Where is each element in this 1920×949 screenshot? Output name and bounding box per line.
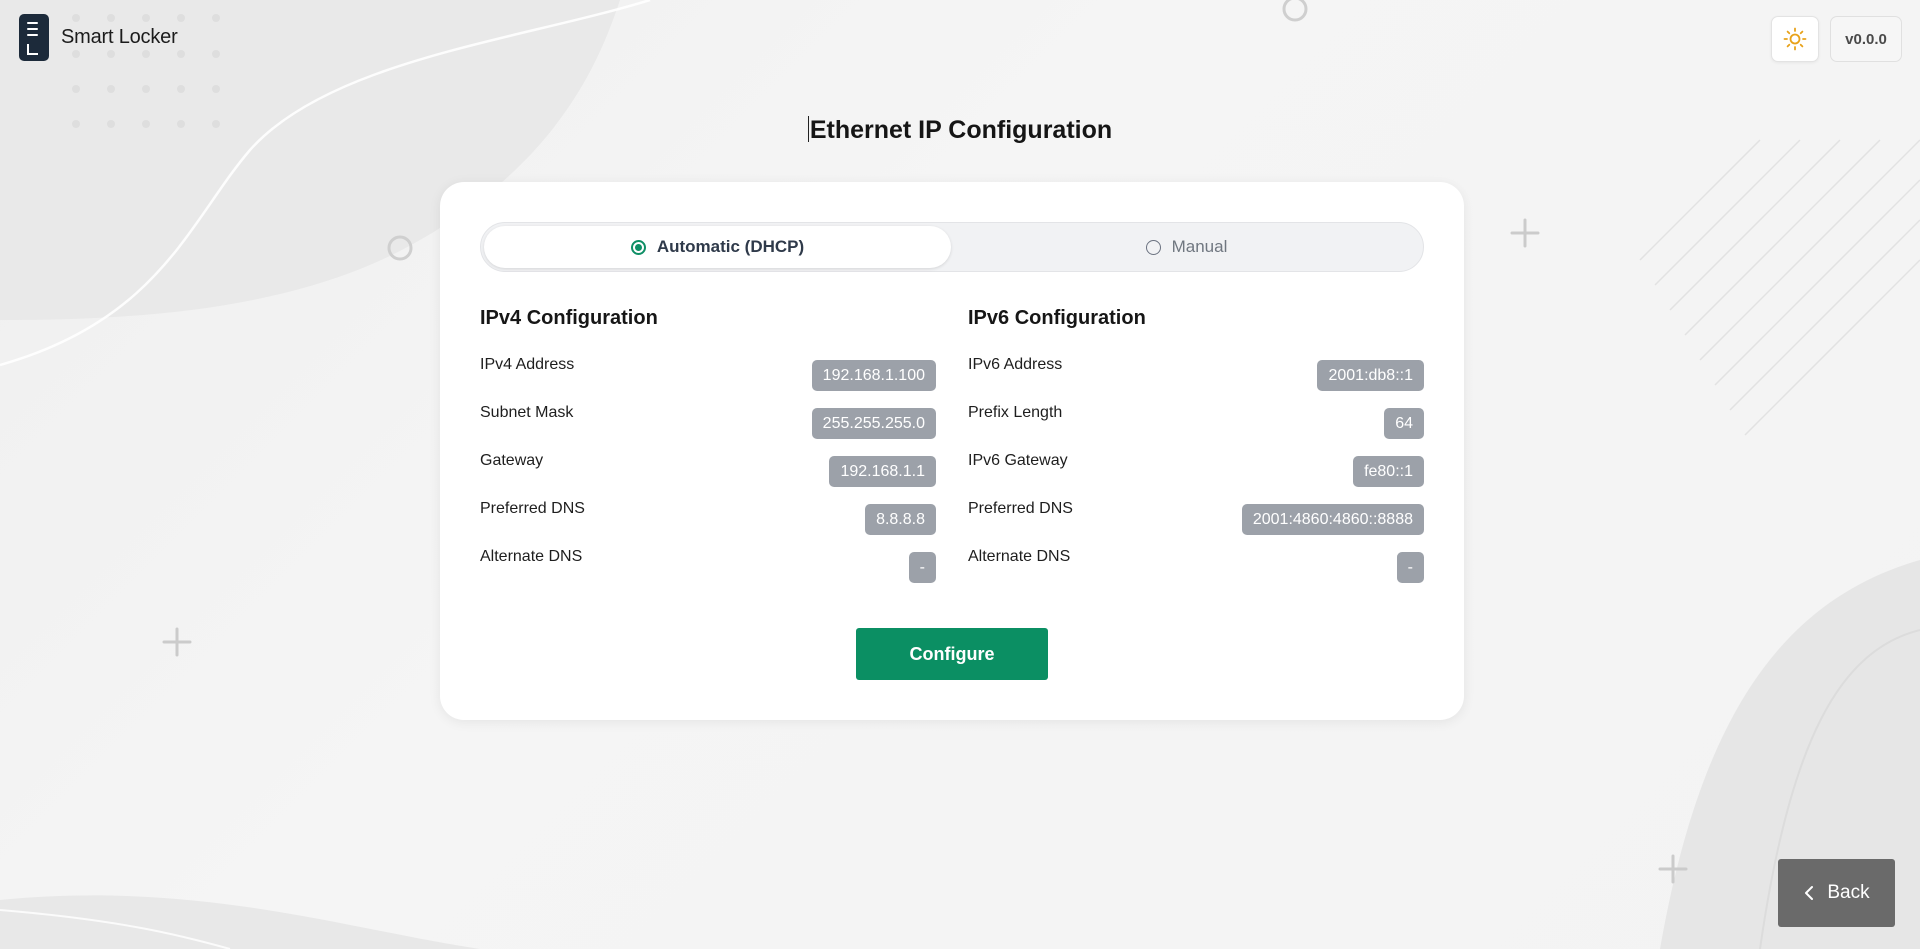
back-button-label: Back (1827, 882, 1870, 903)
row-label: Preferred DNS (968, 500, 1073, 517)
row-label: IPv4 Address (480, 356, 575, 373)
row-value: 192.168.1.100 (811, 360, 936, 391)
ipv6-row-alternate-dns: Alternate DNS - (968, 538, 1424, 586)
row-value: 255.255.255.0 (811, 408, 936, 439)
theme-toggle-button[interactable] (1771, 16, 1819, 62)
row-label: Subnet Mask (480, 404, 574, 421)
sun-icon (1783, 27, 1807, 51)
row-label: IPv6 Address (968, 356, 1063, 373)
radio-unselected-icon (1145, 239, 1161, 255)
radio-selected-icon (630, 239, 646, 255)
row-value: 2001:db8::1 (1317, 360, 1424, 391)
row-label: IPv6 Gateway (968, 452, 1068, 469)
row-label: Preferred DNS (480, 500, 585, 517)
ipv6-row-preferred-dns: Preferred DNS 2001:4860:4860::8888 (968, 490, 1424, 538)
locker-logo-icon (19, 14, 49, 61)
text-cursor (807, 116, 809, 142)
app-name: Smart Locker (61, 26, 178, 48)
ipv6-row-address: IPv6 Address 2001:db8::1 (968, 346, 1424, 394)
mode-option-manual[interactable]: Manual (953, 226, 1420, 268)
row-label: Alternate DNS (480, 548, 583, 565)
brand: Smart Locker (19, 14, 178, 61)
ipv6-section: IPv6 Configuration IPv6 Address 2001:db8… (968, 304, 1424, 586)
chevron-left-icon (1805, 886, 1814, 900)
version-badge: v0.0.0 (1830, 16, 1902, 62)
ipv4-row-preferred-dns: Preferred DNS 8.8.8.8 (480, 490, 936, 538)
back-button[interactable]: Back (1778, 859, 1895, 927)
configure-button[interactable]: Configure (856, 628, 1048, 680)
ipv6-row-gateway: IPv6 Gateway fe80::1 (968, 442, 1424, 490)
row-label: Prefix Length (968, 404, 1063, 421)
row-value: - (1396, 552, 1424, 583)
ipv6-title: IPv6 Configuration (968, 307, 1146, 329)
mode-option-label: Manual (1171, 237, 1228, 256)
row-value: fe80::1 (1353, 456, 1424, 487)
mode-option-label: Automatic (DHCP) (656, 237, 805, 256)
mode-option-automatic[interactable]: Automatic (DHCP) (484, 226, 951, 268)
ipv4-row-alternate-dns: Alternate DNS - (480, 538, 936, 586)
ipv4-title: IPv4 Configuration (480, 307, 658, 329)
row-value: - (908, 552, 936, 583)
row-value: 192.168.1.1 (829, 456, 936, 487)
row-value: 8.8.8.8 (865, 504, 936, 535)
ipv4-row-gateway: Gateway 192.168.1.1 (480, 442, 936, 490)
ipv4-section: IPv4 Configuration IPv4 Address 192.168.… (480, 304, 936, 586)
ipv6-row-prefix-length: Prefix Length 64 (968, 394, 1424, 442)
row-label: Alternate DNS (968, 548, 1071, 565)
ipv4-row-subnet: Subnet Mask 255.255.255.0 (480, 394, 936, 442)
page-title-text: Ethernet IP Configuration (809, 116, 1113, 144)
row-value: 2001:4860:4860::8888 (1241, 504, 1424, 535)
ipv4-row-address: IPv4 Address 192.168.1.100 (480, 346, 936, 394)
row-label: Gateway (480, 452, 544, 469)
row-value: 64 (1384, 408, 1424, 439)
ip-config-card: Automatic (DHCP) Manual IPv4 Configurati… (440, 182, 1464, 720)
mode-selector: Automatic (DHCP) Manual (480, 222, 1424, 272)
page-title: Ethernet IP Configuration (0, 116, 1920, 145)
